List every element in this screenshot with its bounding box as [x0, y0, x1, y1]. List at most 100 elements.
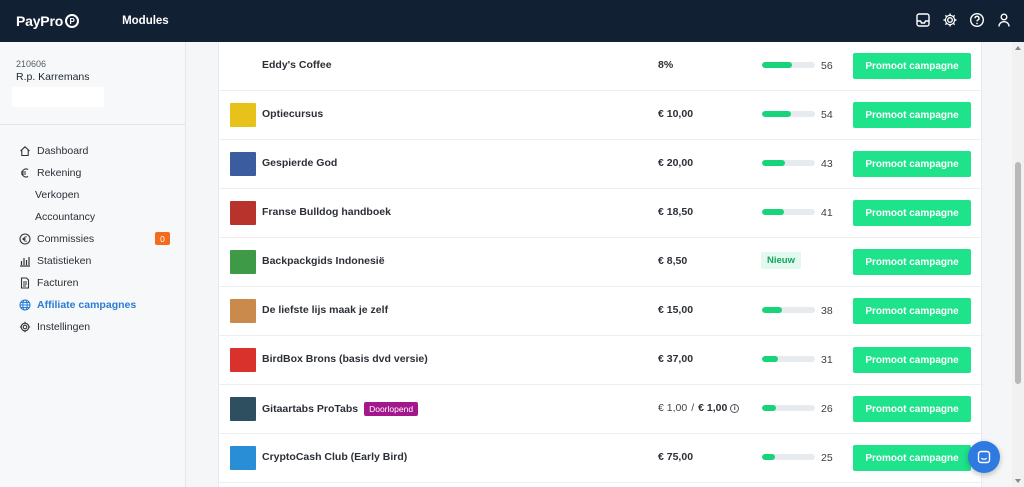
score-value: 54 [821, 109, 833, 121]
sidebar-item-label: Statistieken [37, 255, 92, 267]
table-row: Backpackgids Indonesië € 8,50 Nieuw Prom… [219, 238, 983, 287]
campaign-name[interactable]: Franse Bulldog handboek [262, 206, 391, 218]
score-bar [762, 160, 815, 166]
campaign-thumbnail [230, 348, 256, 372]
table-row: Gespierde God € 20,00 43 Promoot campagn… [219, 140, 983, 189]
price-value: € 10,00 [658, 108, 694, 120]
promote-campaign-button[interactable]: Promoot campagne [853, 445, 971, 471]
campaign-name-text: Backpackgids Indonesië [262, 255, 385, 267]
campaign-name-text: De liefste lijs maak je zelf [262, 304, 389, 316]
score-bar-fill [762, 454, 776, 460]
sidebar-nav: Dashboard Rekening Verkopen Accountancy … [0, 140, 186, 338]
campaign-thumbnail [230, 250, 256, 274]
euro-icon [18, 167, 31, 180]
table-row: Franse Bulldog handboek € 18,50 41 Promo… [219, 189, 983, 238]
campaign-name-text: CryptoCash Club (Early Bird) [262, 451, 408, 463]
score-bar-fill [762, 209, 784, 215]
campaign-price: € 8,50 [658, 255, 687, 267]
promote-campaign-button[interactable]: Promoot campagne [853, 249, 971, 275]
price-value: € 75,00 [658, 451, 694, 463]
score-bar [762, 356, 815, 362]
account-id: 210606 [16, 59, 47, 69]
campaign-price: € 1,00 / € 1,00 i [658, 402, 740, 414]
modules-menu[interactable]: Modules [122, 15, 169, 27]
page-scrollbar[interactable] [1012, 42, 1024, 487]
score-bar [762, 307, 815, 313]
paypro-logo[interactable]: PayPro P [16, 13, 80, 29]
promote-campaign-button[interactable]: Promoot campagne [853, 151, 971, 177]
score-value: 26 [821, 403, 833, 415]
user-icon[interactable] [996, 12, 1012, 28]
redacted-block [12, 87, 104, 107]
sidebar-item-dashboard[interactable]: Dashboard [0, 140, 186, 162]
price-value: € 8,50 [658, 255, 688, 267]
sidebar-item-rekening[interactable]: Rekening [0, 162, 186, 184]
inbox-icon[interactable] [915, 12, 931, 28]
table-row: De liefste lijs maak je zelf € 15,00 38 … [219, 287, 983, 336]
new-badge: Nieuw [761, 252, 801, 269]
sidebar-item-instellingen[interactable]: Instellingen [0, 316, 186, 338]
campaign-thumbnail [230, 446, 256, 470]
sidebar-item-accountancy[interactable]: Accountancy [0, 206, 186, 228]
promote-campaign-button[interactable]: Promoot campagne [853, 298, 971, 324]
promote-campaign-button[interactable]: Promoot campagne [853, 396, 971, 422]
sidebar-item-affiliate-campagnes[interactable]: Affiliate campagnes [0, 294, 186, 316]
campaign-name[interactable]: BirdBox Brons (basis dvd versie) [262, 353, 428, 365]
info-icon[interactable]: i [730, 403, 740, 413]
promote-campaign-button[interactable]: Promoot campagne [853, 200, 971, 226]
score-value: 56 [821, 60, 833, 72]
campaign-thumbnail [230, 54, 256, 78]
score-value: 41 [821, 207, 833, 219]
campaign-name[interactable]: De liefste lijs maak je zelf [262, 304, 388, 316]
sidebar-item-commissies[interactable]: Commissies 0 [0, 228, 186, 250]
campaign-thumbnail [230, 152, 256, 176]
campaign-price: € 15,00 [658, 304, 693, 316]
promote-campaign-button[interactable]: Promoot campagne [853, 53, 971, 79]
sidebar-item-label: Facturen [37, 277, 79, 289]
sidebar-item-label: Dashboard [37, 145, 89, 157]
table-row: Gitaartabs ProTabs Doorlopend € 1,00 / €… [219, 385, 983, 434]
score-value: 25 [821, 452, 833, 464]
promote-campaign-button[interactable]: Promoot campagne [853, 102, 971, 128]
help-icon[interactable] [969, 12, 985, 28]
sidebar: 210606 R.p. Karremans Dashboard Rekening… [0, 42, 186, 487]
score-bar [762, 405, 815, 411]
score-bar-fill [762, 405, 776, 411]
account-name: R.p. Karremans [16, 71, 90, 83]
sidebar-item-verkopen[interactable]: Verkopen [0, 184, 186, 206]
price-value: € 1,00 [698, 402, 728, 414]
score-bar-fill [762, 111, 791, 117]
campaign-price: € 10,00 [658, 108, 693, 120]
table-row: BirdBox Brons (basis dvd versie) € 37,00… [219, 336, 983, 385]
price-value: € 20,00 [658, 157, 694, 169]
campaign-thumbnail [230, 103, 256, 127]
chat-icon [977, 450, 991, 464]
score-bar [762, 454, 815, 460]
price-value: 8% [658, 59, 674, 71]
campaign-name-text: Gespierde God [262, 157, 338, 169]
chat-widget-button[interactable] [968, 441, 1000, 473]
campaign-name[interactable]: Gespierde God [262, 157, 337, 169]
sidebar-item-facturen[interactable]: Facturen [0, 272, 186, 294]
logo-text: PayPro [16, 13, 64, 29]
sidebar-item-statistieken[interactable]: Statistieken [0, 250, 186, 272]
scroll-up-arrow-icon[interactable] [1015, 46, 1021, 50]
sidebar-item-label: Verkopen [35, 189, 80, 201]
campaign-name[interactable]: Optiecursus [262, 108, 323, 120]
campaign-name[interactable]: Backpackgids Indonesië [262, 255, 385, 267]
scroll-down-arrow-icon[interactable] [1015, 479, 1021, 483]
campaign-name[interactable]: Eddy's Coffee [262, 59, 332, 71]
table-row: Eddy's Coffee 8% 56 Promoot campagne [219, 42, 983, 91]
campaign-name[interactable]: Gitaartabs ProTabs Doorlopend [262, 402, 419, 416]
score-bar-fill [762, 307, 783, 313]
sidebar-item-label: Accountancy [35, 211, 96, 223]
promote-campaign-button[interactable]: Promoot campagne [853, 347, 971, 373]
sidebar-item-label: Rekening [37, 167, 82, 179]
campaign-name-text: Optiecursus [262, 108, 324, 120]
score-bar-fill [762, 356, 779, 362]
scrollbar-thumb[interactable] [1015, 162, 1021, 384]
campaign-price: € 18,50 [658, 206, 693, 218]
campaign-name[interactable]: CryptoCash Club (Early Bird) [262, 451, 407, 463]
top-navigation-bar: PayPro P Modules [0, 0, 1024, 42]
gear-icon[interactable] [942, 12, 958, 28]
